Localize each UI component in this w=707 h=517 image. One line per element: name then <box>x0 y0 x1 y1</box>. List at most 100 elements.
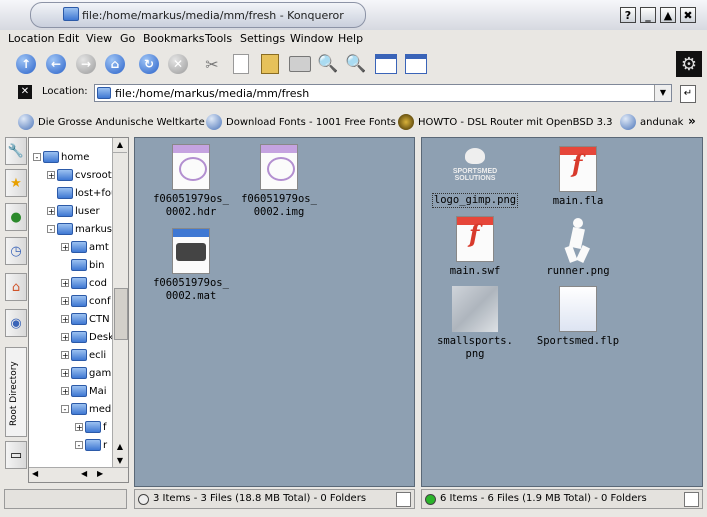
menu-view[interactable]: View <box>86 32 112 45</box>
expand-icon[interactable]: + <box>61 369 69 378</box>
tree-item[interactable]: - home <box>33 148 89 166</box>
tree-item[interactable]: + Mai <box>61 382 107 400</box>
menu-settings[interactable]: Settings <box>240 32 285 45</box>
tree-item[interactable]: + cod <box>61 274 107 292</box>
home-folder-tab[interactable]: ⌂ <box>5 273 27 301</box>
split-view-button[interactable] <box>404 52 428 76</box>
file-item[interactable]: f main.fla <box>528 146 628 208</box>
chevron-up-icon[interactable]: ▲ <box>113 440 127 454</box>
expand-icon[interactable]: + <box>61 279 69 288</box>
gear-icon[interactable]: ⚙ <box>676 51 702 77</box>
tree-item[interactable]: + amt <box>61 238 109 256</box>
chevron-down-icon[interactable]: ▼ <box>113 454 127 468</box>
chevron-right-icon[interactable]: ▶ <box>97 469 103 478</box>
services-tab[interactable]: ● <box>5 203 27 231</box>
file-item[interactable]: f06051979os_ 0002.mat <box>141 228 241 303</box>
tree-horizontal-scrollbar[interactable]: ◀ ◀ ▶ <box>29 467 128 482</box>
maximize-button[interactable]: ▲ <box>660 7 676 23</box>
tree-item[interactable]: + conf <box>61 292 110 310</box>
active-view-led[interactable] <box>425 494 436 505</box>
tree-item[interactable]: + luser <box>47 202 100 220</box>
expand-icon[interactable]: + <box>61 297 69 306</box>
collapse-icon[interactable]: - <box>47 225 55 234</box>
copy-icon[interactable] <box>229 52 253 76</box>
tree-item[interactable]: lost+fou <box>47 184 117 202</box>
expand-icon[interactable]: + <box>61 243 69 252</box>
expand-icon[interactable]: + <box>61 333 69 342</box>
chevron-left-icon[interactable]: ◀ <box>32 469 38 478</box>
icon-view-button[interactable] <box>374 52 398 76</box>
sidebar-config-tab[interactable]: 🔧 <box>5 137 27 165</box>
tree-item[interactable]: bin <box>61 256 104 274</box>
tree-item[interactable]: + f <box>75 418 107 436</box>
tree-item[interactable]: + gam <box>61 364 111 382</box>
reload-button[interactable]: ↻ <box>137 52 161 76</box>
directory-tree[interactable]: - home + cvsroot lost+fou + luser - markus + amt bi… <box>28 137 129 483</box>
collapse-icon[interactable]: - <box>61 405 69 414</box>
link-view-checkbox[interactable] <box>396 492 411 507</box>
notes-tab[interactable]: ▭ <box>5 441 27 469</box>
menu-help[interactable]: Help <box>338 32 363 45</box>
tree-item[interactable]: + cvsroot <box>47 166 112 184</box>
menu-window[interactable]: Window <box>290 32 333 45</box>
chevron-up-icon[interactable]: ▲ <box>113 138 127 153</box>
menu-edit[interactable]: Edit <box>58 32 79 45</box>
bookmarks-tab[interactable]: ★ <box>5 169 27 197</box>
tree-item[interactable]: + CTN <box>61 310 110 328</box>
cut-icon[interactable]: ✂ <box>200 52 224 76</box>
left-file-pane[interactable]: f06051979os_ 0002.hdr f06051979os_ 0002.… <box>134 137 415 487</box>
expand-icon[interactable]: + <box>61 315 69 324</box>
link-view-checkbox[interactable] <box>684 492 699 507</box>
chevron-left-icon[interactable]: ◀ <box>81 469 87 478</box>
expand-icon[interactable]: + <box>47 207 55 216</box>
tree-vertical-scrollbar[interactable]: ▲ ▲ ▼ <box>112 138 128 468</box>
collapse-icon[interactable]: - <box>75 441 83 450</box>
print-icon[interactable] <box>288 52 312 76</box>
file-item[interactable]: SPORTSMED SOLUTIONS logo_gimp.png <box>425 146 525 208</box>
expand-icon[interactable]: + <box>61 351 69 360</box>
menu-bookmarks[interactable]: Bookmarks <box>143 32 204 45</box>
back-button[interactable]: ← <box>44 52 68 76</box>
menu-tools[interactable]: Tools <box>205 32 232 45</box>
history-tab[interactable]: ◷ <box>5 237 27 265</box>
tree-item[interactable]: + Desk <box>61 328 114 346</box>
file-item[interactable]: f main.swf <box>425 216 525 278</box>
tree-item[interactable]: -r <box>75 436 107 454</box>
file-item[interactable]: f06051979os_ 0002.img <box>229 144 329 219</box>
collapse-icon[interactable]: - <box>33 153 41 162</box>
bookmark-item[interactable]: andunak <box>620 114 683 130</box>
right-file-pane[interactable]: SPORTSMED SOLUTIONS logo_gimp.png f main… <box>421 137 703 487</box>
root-directory-tab[interactable]: Root Directory <box>5 347 27 437</box>
expand-icon[interactable]: + <box>75 423 83 432</box>
forward-button[interactable]: → <box>74 52 98 76</box>
file-item[interactable]: smallsports. png <box>425 286 525 361</box>
stop-button[interactable]: ✕ <box>166 52 190 76</box>
zoom-out-icon[interactable]: 🔍 <box>344 52 368 76</box>
file-item[interactable]: runner.png <box>528 216 628 278</box>
minimize-button[interactable]: _ <box>640 7 656 23</box>
expand-icon[interactable]: + <box>61 387 69 396</box>
bookmark-item[interactable]: HOWTO - DSL Router mit OpenBSD 3.3 <box>398 114 612 130</box>
tree-item[interactable]: - markus <box>47 220 112 238</box>
more-bookmarks-icon[interactable]: » <box>688 114 696 128</box>
expand-icon[interactable]: + <box>47 171 55 180</box>
close-button[interactable]: ✖ <box>680 7 696 23</box>
network-tab[interactable]: ◉ <box>5 309 27 337</box>
zoom-in-icon[interactable]: 🔍 <box>316 52 340 76</box>
file-item[interactable]: f06051979os_ 0002.hdr <box>141 144 241 219</box>
menu-go[interactable]: Go <box>120 32 135 45</box>
paste-icon[interactable] <box>258 52 282 76</box>
chevron-down-icon[interactable]: ▼ <box>654 85 671 101</box>
inactive-view-led[interactable] <box>138 494 149 505</box>
tree-scroll-thumb[interactable] <box>114 288 128 340</box>
go-icon[interactable]: ↵ <box>680 85 696 103</box>
file-item[interactable]: Sportsmed.flp <box>528 286 628 348</box>
menu-location[interactable]: Location <box>8 32 55 45</box>
bookmark-item[interactable]: Die Grosse Andunische Weltkarte <box>18 114 205 130</box>
location-input[interactable]: file:/home/markus/media/mm/fresh ▼ <box>94 84 672 102</box>
help-button[interactable]: ? <box>620 7 636 23</box>
up-button[interactable]: ↑ <box>14 52 38 76</box>
clear-location-icon[interactable]: ✕ <box>18 85 32 99</box>
tree-item[interactable]: - med <box>61 400 111 418</box>
bookmark-item[interactable]: Download Fonts - 1001 Free Fonts <box>206 114 396 130</box>
